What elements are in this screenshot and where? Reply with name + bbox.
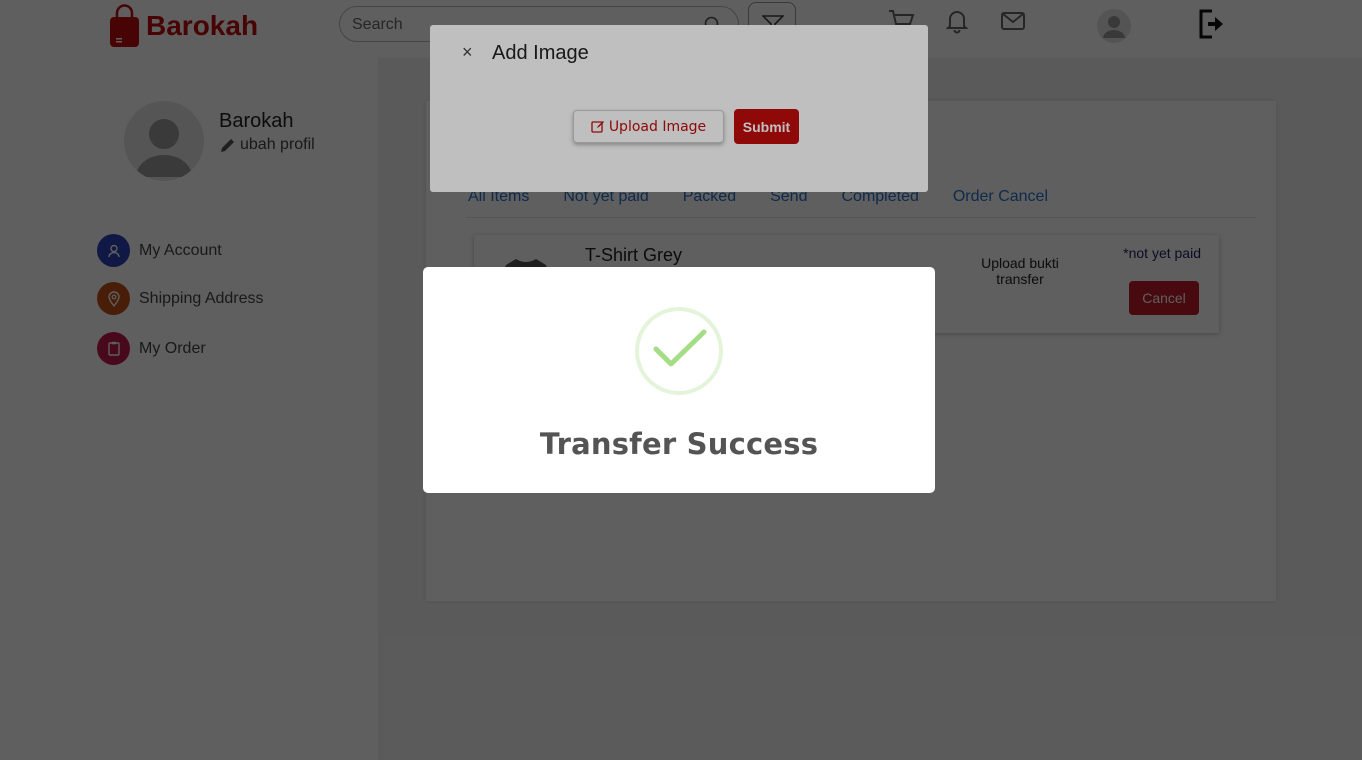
success-title: Transfer Success — [539, 427, 819, 461]
check-icon — [653, 329, 707, 367]
success-dialog: Transfer Success — [423, 267, 935, 493]
